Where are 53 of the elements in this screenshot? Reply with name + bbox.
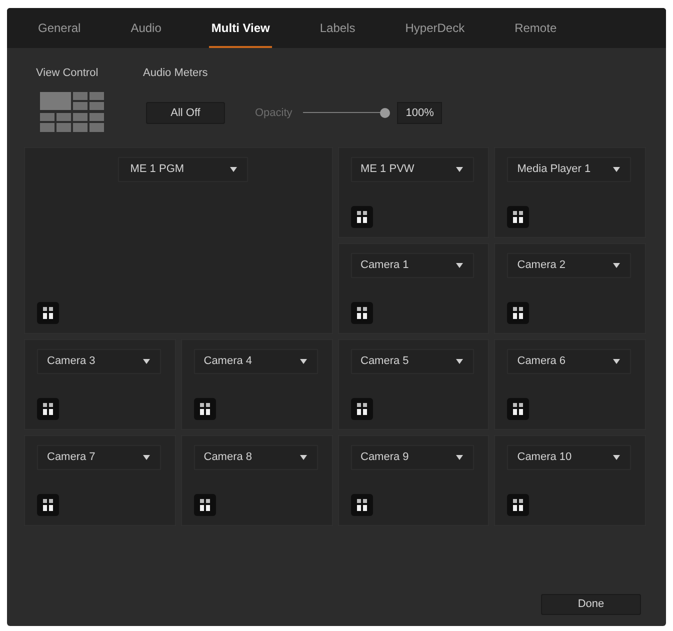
caret-icon [456, 263, 464, 268]
grid-icon[interactable] [507, 398, 530, 420]
source-dropdown[interactable]: Camera 3 [37, 349, 161, 374]
grid-icon[interactable] [194, 398, 216, 420]
grid-icon[interactable] [37, 398, 59, 420]
caret-icon [300, 359, 306, 364]
layout-grid-icon[interactable] [40, 92, 104, 132]
caret-icon [456, 359, 464, 364]
source-dropdown[interactable]: ME 1 PGM [118, 157, 248, 182]
tab[interactable]: Remote [512, 8, 559, 48]
grid-icon[interactable] [194, 494, 216, 516]
opacity-field[interactable]: 100% [397, 102, 442, 124]
grid-icon[interactable] [350, 302, 372, 324]
source-dropdown[interactable]: Camera 6 [507, 349, 631, 374]
grid-icon[interactable] [350, 206, 372, 228]
slider-thumb[interactable] [380, 108, 390, 118]
tab[interactable]: HyperDeck [403, 8, 467, 48]
grid-icon[interactable] [37, 494, 59, 516]
caret-icon [613, 263, 620, 268]
source-dropdown[interactable]: Camera 1 [350, 253, 474, 278]
caret-icon [142, 455, 150, 460]
source-dropdown[interactable]: Camera 10 [507, 445, 631, 470]
source-dropdown[interactable]: Media Player 1 [507, 157, 631, 182]
source-dropdown[interactable]: Camera 5 [350, 349, 474, 374]
grid-icon[interactable] [507, 494, 530, 516]
tab[interactable]: Labels [318, 8, 358, 48]
source-dropdown[interactable]: Camera 4 [194, 349, 318, 374]
tab[interactable]: General [36, 8, 83, 48]
opacity-label: Opacity [255, 106, 292, 121]
caret-icon [456, 455, 464, 460]
caret-icon [613, 359, 620, 364]
caret-icon [230, 167, 238, 172]
audio-meters-label: Audio Meters [143, 66, 208, 80]
source-dropdown[interactable]: Camera 7 [37, 445, 161, 470]
all-off-button[interactable]: All Off [146, 102, 225, 124]
source-dropdown[interactable]: ME 1 PVW [350, 157, 474, 182]
caret-icon [300, 455, 306, 460]
caret-icon [456, 167, 464, 172]
grid-icon[interactable] [350, 494, 372, 516]
caret-icon [142, 359, 150, 364]
source-dropdown[interactable]: Camera 9 [350, 445, 474, 470]
done-button[interactable]: Done [541, 594, 641, 615]
caret-icon [613, 167, 620, 172]
grid-icon[interactable] [507, 206, 530, 228]
source-dropdown[interactable]: Camera 2 [507, 253, 631, 278]
grid-icon[interactable] [507, 302, 530, 324]
tab[interactable]: Audio [128, 8, 164, 48]
caret-icon [613, 455, 620, 460]
tab[interactable]: Multi View [209, 8, 272, 48]
grid-icon[interactable] [350, 398, 372, 420]
view-control-label: View Control [36, 66, 98, 80]
grid-icon[interactable] [37, 302, 59, 324]
source-dropdown[interactable]: Camera 8 [194, 445, 318, 470]
